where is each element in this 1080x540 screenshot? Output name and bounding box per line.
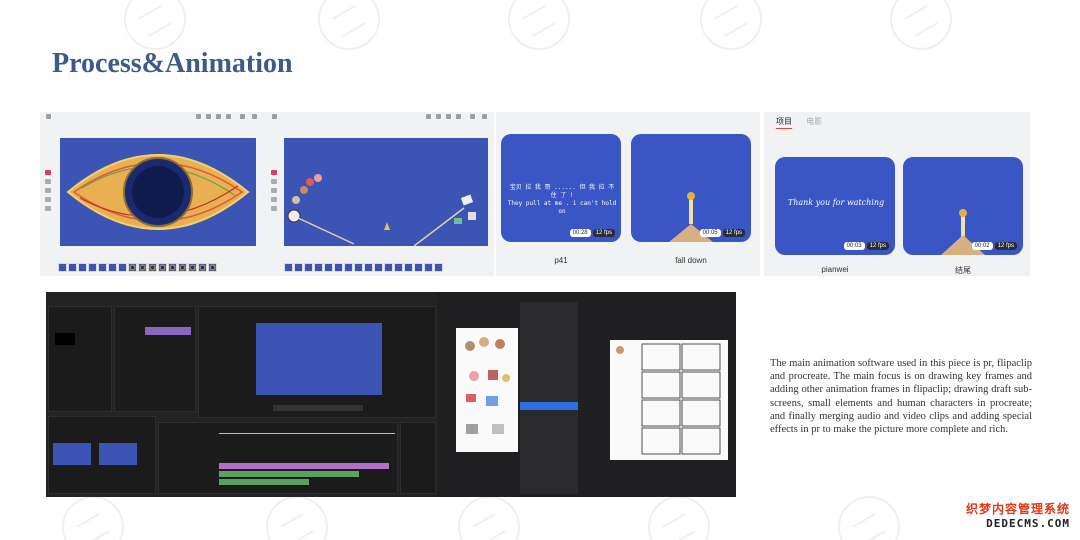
scene-drawing [287, 174, 476, 247]
duration-badge: 00:28 12 fps [569, 229, 615, 237]
duration-badge: 00:05 12 fps [699, 229, 745, 237]
watermark-logo [890, 0, 952, 50]
animation-card-pianwei[interactable]: Thank you for watching 00:03 12 fps [775, 157, 895, 255]
storyboard-sheet [610, 340, 728, 460]
description-text: The main animation software used in this… [770, 358, 1032, 436]
gallery-tabs: 项目 电影 [776, 116, 834, 129]
animation-label: p41 [554, 256, 568, 265]
card-caption: Thank you for watching [787, 198, 885, 207]
logo-line-1: 织梦内容管理系统 [965, 502, 1070, 516]
drawing-canvas [284, 138, 488, 247]
duration-badge: 00:02 12 fps [971, 242, 1017, 250]
animation-label: pianwei [821, 265, 849, 274]
drawing-tools [45, 170, 53, 215]
watermark-logo [124, 0, 186, 50]
program-monitor [198, 306, 436, 418]
tab-movie[interactable]: 电影 [806, 117, 822, 126]
file-browser [400, 422, 436, 494]
frame-timeline[interactable] [54, 263, 250, 272]
procreate-canvas [456, 328, 518, 452]
animation-card-fall-down[interactable]: 00:05 12 fps [631, 134, 751, 242]
logo-line-2: DEDECMS.COM [986, 517, 1070, 530]
flipaclip-toolbar [266, 112, 494, 122]
site-logo: 织梦内容管理系统 DEDECMS.COM [966, 500, 1070, 530]
animation-card-p41[interactable]: 宝贝 拉 我 哥 ...... 但 我 拉 不 住 了 ! They pull … [501, 134, 621, 242]
drawing-canvas [60, 138, 256, 246]
page-title: Process&Animation [52, 48, 293, 79]
tab-project[interactable]: 项目 [776, 117, 792, 129]
flipaclip-toolbar [40, 112, 266, 122]
premiere-pro-screenshot [46, 292, 438, 497]
effects-panel [48, 416, 156, 494]
watermark-logo [458, 496, 520, 540]
character-figure [669, 192, 713, 242]
watermark-logo [318, 0, 380, 50]
watermark-logo [62, 496, 124, 540]
procreate-screenshot [438, 292, 736, 497]
watermark-logo [266, 496, 328, 540]
frame-timeline[interactable] [280, 263, 478, 272]
animation-card-ending[interactable]: 00:02 12 fps [903, 157, 1023, 255]
watermark-logo [700, 0, 762, 50]
card-caption: 宝贝 拉 我 哥 ...... 但 我 拉 不 住 了 ! They pull … [507, 184, 617, 215]
animation-label: 结尾 [955, 266, 971, 275]
timeline-panel [158, 422, 398, 494]
watermark-logo [648, 496, 710, 540]
animation-label: fall down [675, 256, 707, 265]
flipaclip-screenshot-scene [266, 112, 494, 276]
layers-panel [520, 302, 578, 494]
duration-badge: 00:03 12 fps [843, 242, 889, 250]
source-panel [114, 306, 196, 412]
project-panel [48, 306, 112, 412]
flipaclip-screenshot-eye [40, 112, 266, 276]
character-figure [941, 209, 985, 255]
eye-drawing [66, 154, 250, 230]
watermark-logo [508, 0, 570, 50]
drawing-tools [271, 170, 279, 215]
watermark-logo [838, 496, 900, 540]
